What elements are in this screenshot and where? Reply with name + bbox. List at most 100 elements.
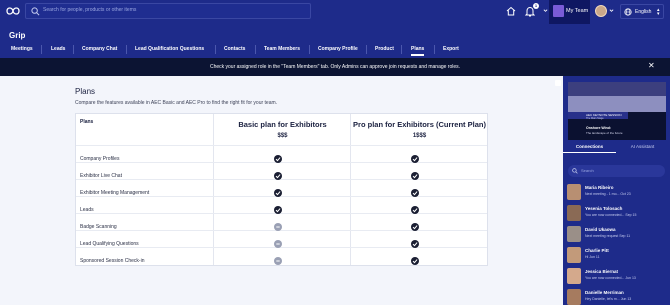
my-team-label: My Team xyxy=(566,8,589,14)
pro-plan-name: Pro plan for Exhibitors (Current Plan) xyxy=(353,120,486,129)
pro-check-icon xyxy=(411,155,419,163)
connection-last-message: Hey Danielle, let's m... Jun 13 xyxy=(585,297,631,301)
connection-item[interactable]: Jessica Biernat You are now connected... … xyxy=(567,267,667,287)
plans-comparison-table: Plans Basic plan for Exhibitors $$$ Pro … xyxy=(75,113,488,266)
team-avatar xyxy=(553,5,564,17)
home-icon[interactable] xyxy=(506,6,516,16)
tab-divider xyxy=(434,45,435,54)
tab-divider xyxy=(41,45,42,54)
my-team-button[interactable]: My Team xyxy=(549,0,590,24)
right-sidebar: AEC KEYNOTE SESSION The Main Stage Onsho… xyxy=(555,76,670,305)
brand-logo-icon[interactable] xyxy=(6,5,20,17)
connection-item[interactable]: Danielle Merriman Hey Danielle, let's m..… xyxy=(567,288,667,305)
feature-name: Exhibitor Live Chat xyxy=(80,173,122,179)
page-title: Grip xyxy=(9,31,26,40)
connection-date: Sep 15 xyxy=(625,213,637,217)
banner-message: Check your assigned role in the "Team Me… xyxy=(209,64,461,70)
connection-item[interactable]: Charlie Pitt Hi Jun 11 xyxy=(567,246,667,266)
promo-line-2: The Main Stage xyxy=(586,117,604,120)
page-header: Grip Meetings Leads Company Chat Lead Qu… xyxy=(0,24,670,58)
avatar xyxy=(567,226,581,242)
connections-search-input[interactable]: Search xyxy=(568,165,665,177)
tab-contacts[interactable]: Contacts xyxy=(224,44,245,56)
language-select[interactable]: English ▴ ▾ xyxy=(620,4,664,19)
basic-plan-price: $$$ xyxy=(277,133,288,139)
connection-name: Danielle Merriman xyxy=(585,290,624,295)
avatar xyxy=(567,184,581,200)
search-icon xyxy=(31,7,40,16)
feature-name: Exhibitor Meeting Management xyxy=(80,190,150,196)
close-icon[interactable]: ✕ xyxy=(648,62,655,70)
pro-check-icon xyxy=(411,206,419,214)
connection-date: Oct 23 xyxy=(620,192,631,196)
connection-message-text: Next meeting - 1 mo... xyxy=(585,192,620,196)
basic-check-icon xyxy=(274,206,282,214)
avatar xyxy=(567,247,581,263)
connection-date: Jun 13 xyxy=(625,276,636,280)
tab-team-members[interactable]: Team Members xyxy=(264,44,300,56)
feature-name: Lead Qualifying Questions xyxy=(80,241,139,247)
pro-check-icon xyxy=(411,223,419,231)
connection-item[interactable]: Maria Ribeiro Next meeting - 1 mo... Oct … xyxy=(567,183,667,203)
notification-count-badge: 1 xyxy=(533,3,539,9)
plans-column-header: Plans xyxy=(80,119,94,125)
promo-line-4: The landscape of the future xyxy=(586,131,623,135)
promo-banner-image[interactable]: AEC KEYNOTE SESSION The Main Stage Onsho… xyxy=(568,82,666,140)
pro-plan-price: 1$$$ xyxy=(412,133,427,139)
basic-check-icon xyxy=(274,172,282,180)
tab-divider xyxy=(215,45,216,54)
tab-meetings[interactable]: Meetings xyxy=(11,44,33,56)
tab-company-profile[interactable]: Company Profile xyxy=(318,44,358,56)
connection-message-text: Hey Danielle, let's m... xyxy=(585,297,620,301)
connection-last-message: You are now connected... Jun 13 xyxy=(585,276,636,280)
tab-ai-assistant[interactable]: AI Assistant xyxy=(616,142,669,153)
feature-name: Company Profiles xyxy=(80,156,120,162)
avatar xyxy=(567,205,581,221)
connection-name: Charlie Pitt xyxy=(585,248,609,253)
pro-check-icon xyxy=(411,257,419,265)
globe-icon xyxy=(624,8,632,16)
tab-divider xyxy=(255,45,256,54)
chevron-down-icon[interactable] xyxy=(609,8,614,13)
basic-dash-icon xyxy=(274,257,282,265)
basic-plan-name: Basic plan for Exhibitors xyxy=(238,120,327,129)
connection-last-message: Next meeting request Sep 11 xyxy=(585,234,630,238)
section-title: Plans xyxy=(75,87,96,96)
promo-line-3: Onshore Wind: xyxy=(586,126,612,130)
user-avatar[interactable] xyxy=(595,5,607,17)
tab-leads[interactable]: Leads xyxy=(51,44,65,56)
connection-name: David Ukaowa xyxy=(585,227,616,232)
tab-lead-qualification-questions[interactable]: Lead Qualification Questions xyxy=(135,44,204,56)
tab-company-chat[interactable]: Company Chat xyxy=(82,44,117,56)
notifications-button[interactable]: 1 xyxy=(525,3,541,17)
info-banner: Check your assigned role in the "Team Me… xyxy=(0,58,670,76)
basic-check-icon xyxy=(274,189,282,197)
basic-dash-icon xyxy=(274,223,282,231)
sidebar-tabs: Connections AI Assistant xyxy=(563,142,670,153)
tab-plans[interactable]: Plans xyxy=(411,44,425,56)
connection-last-message: Next meeting - 1 mo... Oct 23 xyxy=(585,192,631,196)
connection-message-text: Hi xyxy=(585,255,589,259)
tab-divider xyxy=(366,45,367,54)
connections-search-placeholder: Search xyxy=(581,168,594,173)
sort-arrows-icon: ▴ ▾ xyxy=(657,7,660,17)
feature-name: Badge Scanning xyxy=(80,224,117,230)
global-search-input[interactable]: Search for people, products or other ite… xyxy=(25,3,311,19)
tab-connections[interactable]: Connections xyxy=(563,142,616,153)
connection-name: Maria Ribeiro xyxy=(585,185,614,190)
connection-item[interactable]: David Ukaowa Next meeting request Sep 11 xyxy=(567,225,667,245)
pro-check-icon xyxy=(411,172,419,180)
connection-item[interactable]: Yesenia Tolosach You are now connected...… xyxy=(567,204,667,224)
chevron-down-icon[interactable] xyxy=(543,8,548,13)
connection-message-text: You are now connected... xyxy=(585,213,625,217)
expand-icon[interactable] xyxy=(555,80,561,86)
connection-last-message: Hi Jun 11 xyxy=(585,255,600,259)
tab-export[interactable]: Export xyxy=(443,44,459,56)
search-placeholder: Search for people, products or other ite… xyxy=(43,7,137,13)
tab-divider xyxy=(126,45,127,54)
connection-date: Jun 11 xyxy=(589,255,600,259)
tab-divider xyxy=(309,45,310,54)
tab-product[interactable]: Product xyxy=(375,44,394,56)
section-subtitle: Compare the features available in AEC Ba… xyxy=(75,100,278,106)
feature-name: Sponsored Session Check-in xyxy=(80,258,145,264)
